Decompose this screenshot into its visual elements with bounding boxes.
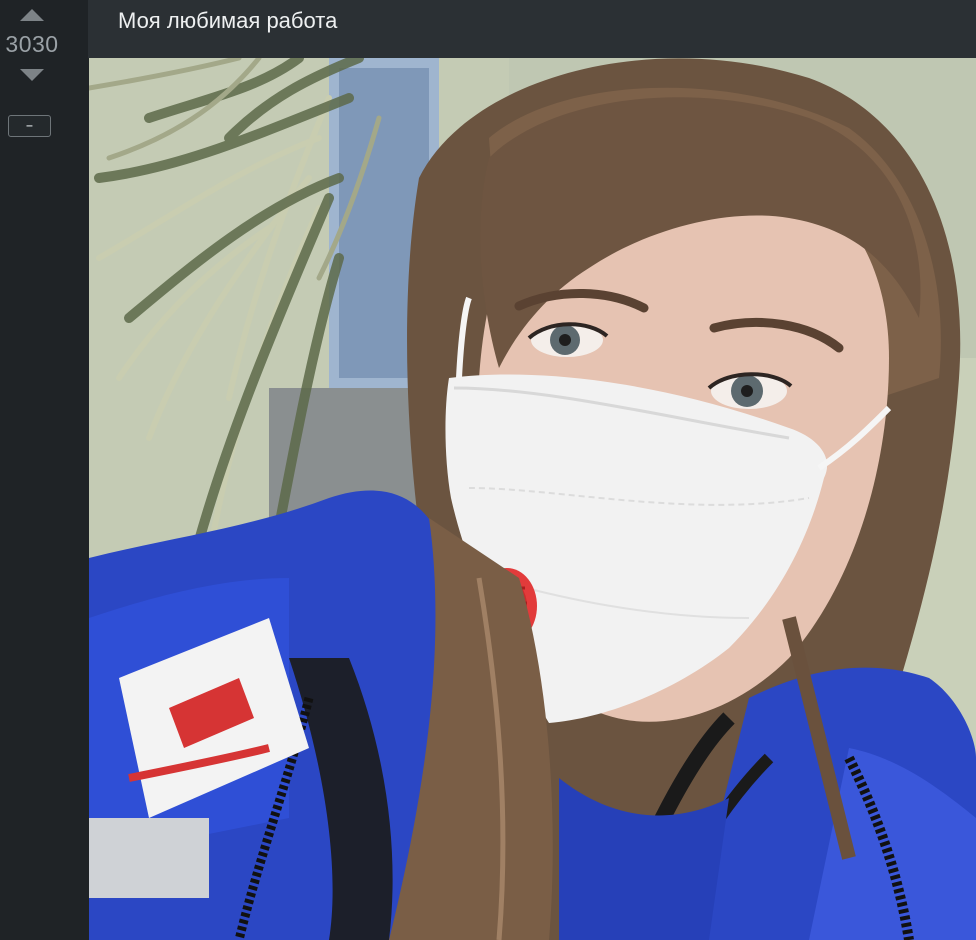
selfie-photo [89, 58, 976, 940]
vote-column: 3030 – [0, 0, 64, 940]
post-header: Моя любимая работа [88, 0, 976, 58]
post-title[interactable]: Моя любимая работа [118, 8, 337, 34]
post-image[interactable] [89, 58, 976, 940]
collapse-button[interactable]: – [8, 115, 51, 137]
downvote-arrow-icon[interactable] [20, 69, 44, 81]
post-container: 3030 – Моя любимая работа [0, 0, 976, 940]
upvote-arrow-icon[interactable] [20, 9, 44, 21]
vote-score: 3030 [5, 31, 59, 57]
